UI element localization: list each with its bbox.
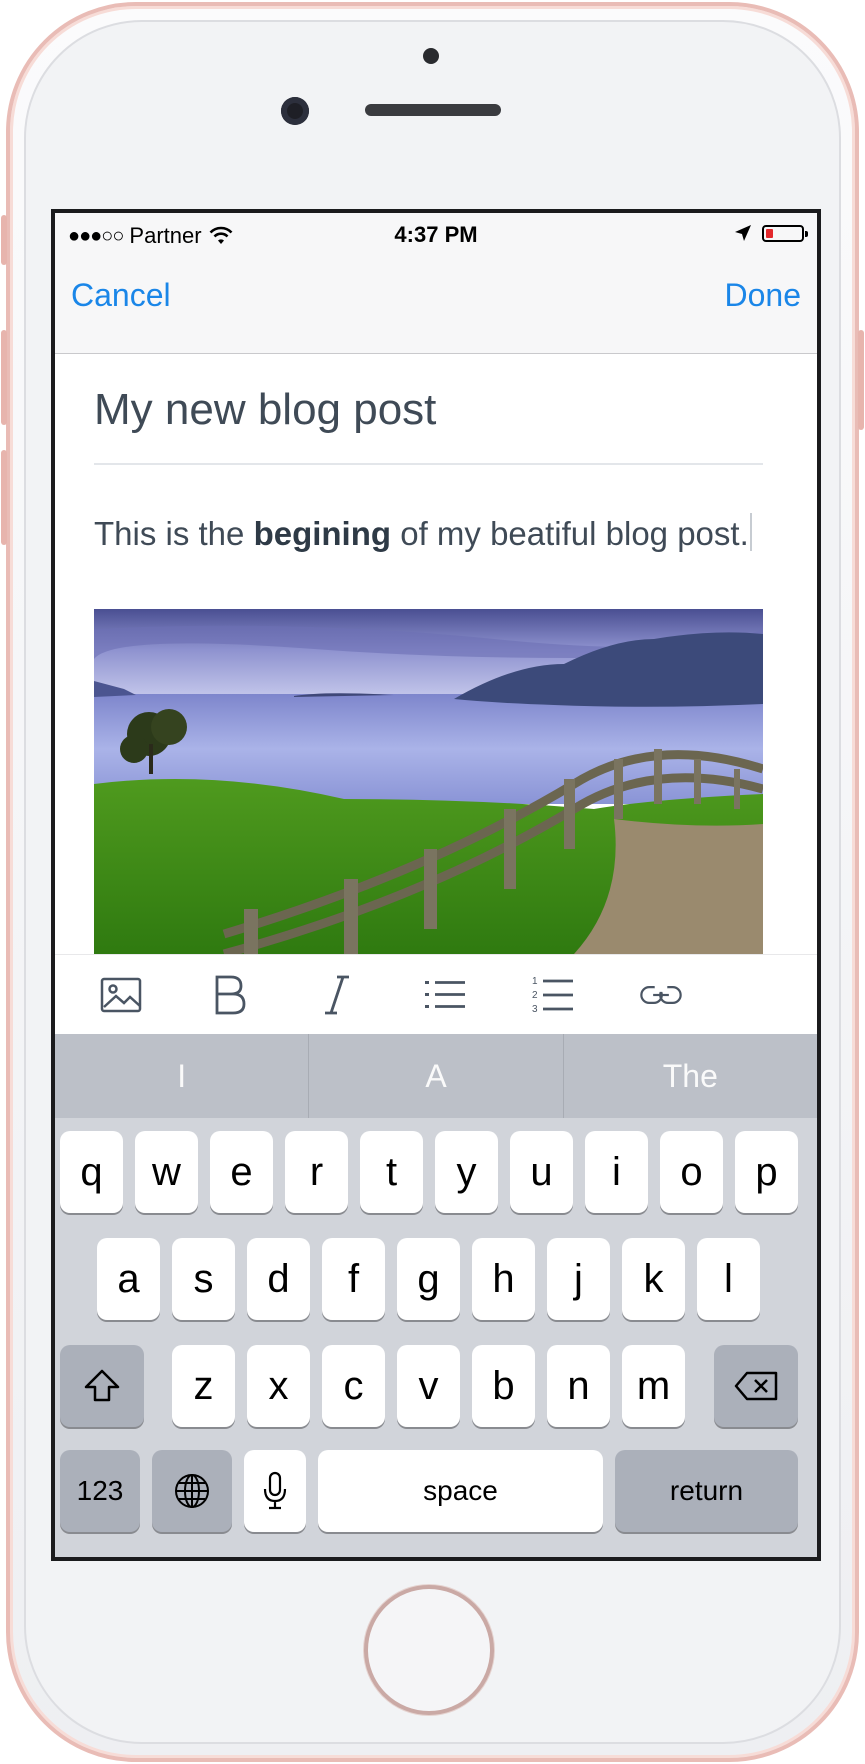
key-m[interactable]: m — [622, 1345, 685, 1427]
done-button[interactable]: Done — [725, 277, 802, 314]
key-i[interactable]: i — [585, 1131, 648, 1213]
key-g[interactable]: g — [397, 1238, 460, 1320]
post-body[interactable]: This is the begining of my beatiful blog… — [94, 513, 752, 553]
key-y[interactable]: y — [435, 1131, 498, 1213]
italic-icon[interactable] — [315, 973, 359, 1017]
delete-key[interactable] — [714, 1345, 798, 1427]
predictive-bar: I A The — [55, 1034, 817, 1118]
microphone-icon — [263, 1471, 287, 1510]
svg-text:1: 1 — [532, 976, 538, 987]
key-p[interactable]: p — [735, 1131, 798, 1213]
navigation-bar: Cancel Done — [55, 257, 817, 354]
cancel-button[interactable]: Cancel — [71, 277, 171, 314]
body-text-bold: begining — [253, 515, 392, 552]
title-divider — [94, 463, 763, 465]
earpiece-speaker — [365, 104, 501, 116]
clock: 4:37 PM — [394, 222, 478, 247]
screen: ●●●○○ Partner 4:37 PM Cancel Done My new… — [51, 209, 821, 1561]
key-l[interactable]: l — [697, 1238, 760, 1320]
text-cursor — [749, 513, 752, 551]
suggestion-1[interactable]: I — [55, 1034, 308, 1118]
key-z[interactable]: z — [172, 1345, 235, 1427]
key-t[interactable]: t — [360, 1131, 423, 1213]
battery-icon — [762, 224, 808, 242]
suggestion-2[interactable]: A — [308, 1034, 562, 1118]
return-key[interactable]: return — [615, 1450, 798, 1532]
key-s[interactable]: s — [172, 1238, 235, 1320]
bulleted-list-icon[interactable] — [423, 973, 467, 1017]
key-h[interactable]: h — [472, 1238, 535, 1320]
image-icon[interactable] — [99, 973, 143, 1017]
key-x[interactable]: x — [247, 1345, 310, 1427]
formatting-toolbar: 1 2 3 — [55, 954, 817, 1035]
key-j[interactable]: j — [547, 1238, 610, 1320]
keyboard: I A The q w e r t y u i o p a s d f g h … — [55, 1034, 817, 1557]
link-icon[interactable] — [639, 973, 683, 1017]
globe-icon — [175, 1474, 209, 1508]
dictation-key[interactable] — [244, 1450, 306, 1532]
bold-icon[interactable] — [207, 973, 251, 1017]
key-w[interactable]: w — [135, 1131, 198, 1213]
home-button[interactable] — [364, 1585, 494, 1715]
shift-key[interactable] — [60, 1345, 144, 1427]
key-n[interactable]: n — [547, 1345, 610, 1427]
key-u[interactable]: u — [510, 1131, 573, 1213]
volume-down-button — [1, 450, 7, 545]
body-text-end: of my beatiful blog post. — [391, 515, 749, 552]
suggestion-3[interactable]: The — [562, 1034, 817, 1118]
key-f[interactable]: f — [322, 1238, 385, 1320]
body-text-start: This is the — [94, 515, 254, 552]
numbers-key[interactable]: 123 — [60, 1450, 140, 1532]
key-k[interactable]: k — [622, 1238, 685, 1320]
post-image[interactable] — [94, 609, 763, 954]
front-camera — [281, 97, 309, 125]
space-key[interactable]: space — [318, 1450, 603, 1532]
key-e[interactable]: e — [210, 1131, 273, 1213]
key-v[interactable]: v — [397, 1345, 460, 1427]
backspace-icon — [734, 1371, 778, 1401]
key-c[interactable]: c — [322, 1345, 385, 1427]
mute-switch — [1, 215, 7, 265]
proximity-sensor — [423, 48, 439, 64]
power-button — [858, 330, 864, 430]
shift-icon — [84, 1369, 120, 1402]
post-title[interactable]: My new blog post — [94, 385, 436, 435]
key-q[interactable]: q — [60, 1131, 123, 1213]
svg-text:2: 2 — [532, 990, 538, 1001]
location-arrow-icon — [735, 225, 751, 241]
volume-up-button — [1, 330, 7, 425]
key-d[interactable]: d — [247, 1238, 310, 1320]
status-bar: ●●●○○ Partner 4:37 PM — [55, 213, 817, 257]
numbered-list-icon[interactable]: 1 2 3 — [531, 973, 575, 1017]
svg-text:3: 3 — [532, 1004, 538, 1015]
key-r[interactable]: r — [285, 1131, 348, 1213]
key-b[interactable]: b — [472, 1345, 535, 1427]
key-a[interactable]: a — [97, 1238, 160, 1320]
key-o[interactable]: o — [660, 1131, 723, 1213]
globe-key[interactable] — [152, 1450, 232, 1532]
